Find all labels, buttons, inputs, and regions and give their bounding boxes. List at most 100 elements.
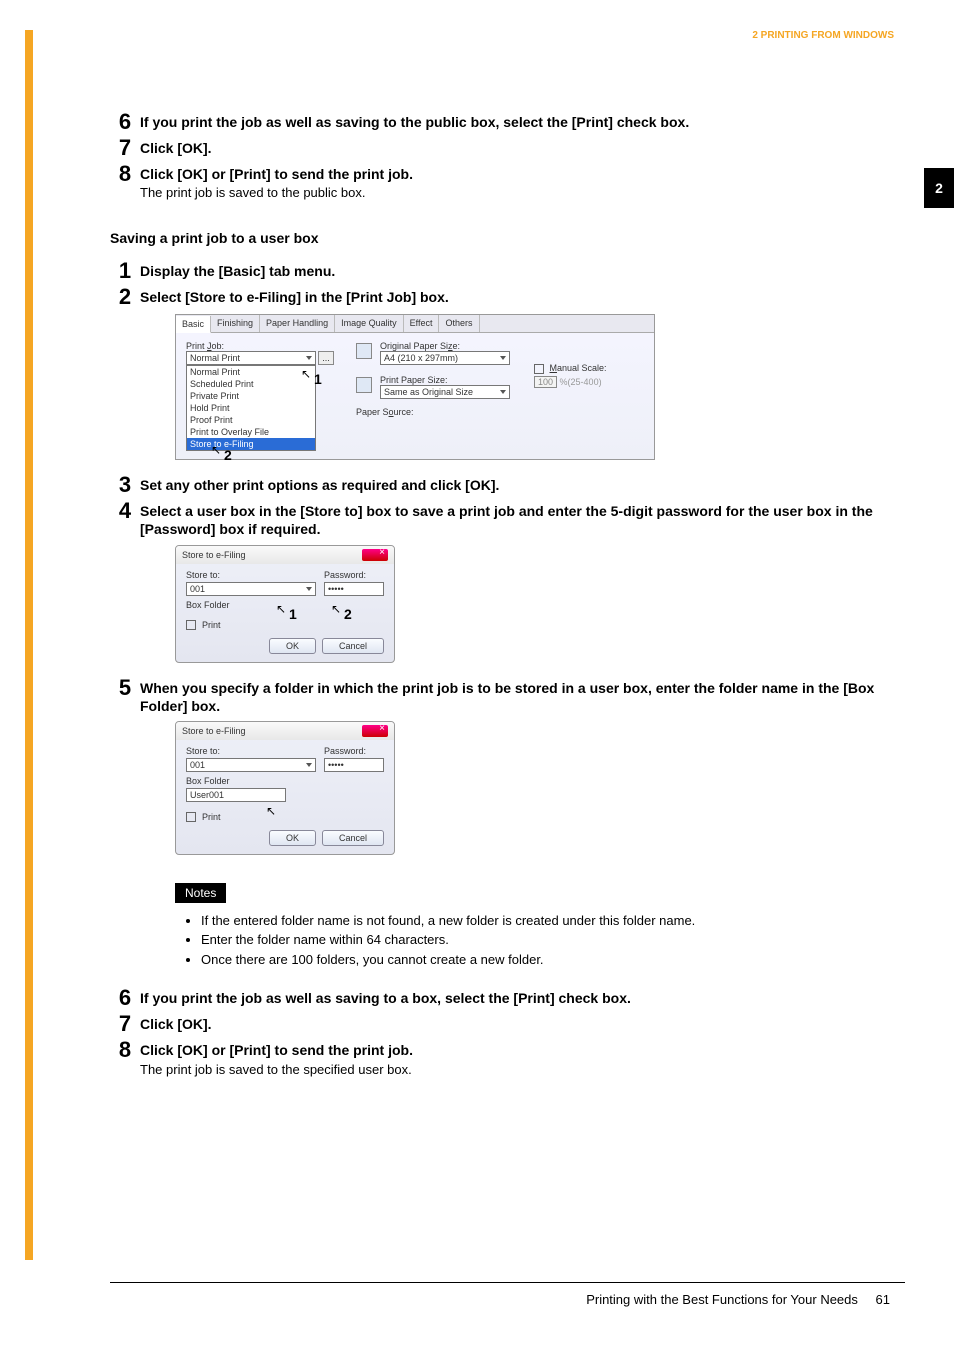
- step-text: When you specify a folder in which the p…: [140, 679, 894, 715]
- print-job-details-button[interactable]: ...: [318, 351, 334, 365]
- step-number: 7: [110, 137, 140, 159]
- manual-scale-checkbox[interactable]: [534, 364, 544, 374]
- step-subtext: The print job is saved to the public box…: [140, 185, 894, 200]
- step-number: 6: [110, 111, 140, 133]
- cursor-icon: ↖: [331, 602, 341, 616]
- step-subtext: The print job is saved to the specified …: [140, 1062, 894, 1077]
- tab-bar: Basic Finishing Paper Handling Image Qua…: [176, 315, 654, 333]
- password-input[interactable]: •••••: [324, 758, 384, 772]
- cancel-button[interactable]: Cancel: [322, 638, 384, 654]
- step-text: Click [OK] or [Print] to send the print …: [140, 1041, 894, 1059]
- note-item: Once there are 100 folders, you cannot c…: [201, 950, 894, 970]
- store-to-dropdown[interactable]: 001: [186, 582, 316, 596]
- footer-rule: [110, 1282, 905, 1283]
- store-to-label: Store to:: [186, 570, 316, 580]
- cursor-number-2: 2: [344, 606, 352, 622]
- tab-effect[interactable]: Effect: [404, 315, 440, 332]
- step-number: 5: [110, 677, 140, 715]
- store-efiling-dialog-1: Store to e-Filing Store to: 001 Password…: [175, 545, 395, 663]
- tab-finishing[interactable]: Finishing: [211, 315, 260, 332]
- password-label: Password:: [324, 746, 384, 756]
- manual-scale-label: Manual Scale:: [550, 363, 607, 373]
- step-number: 4: [110, 500, 140, 538]
- print-paper-icon: [356, 377, 372, 393]
- step-text: Click [OK].: [140, 139, 894, 157]
- tab-paper-handling[interactable]: Paper Handling: [260, 315, 335, 332]
- tab-basic[interactable]: Basic: [176, 316, 211, 333]
- ok-button[interactable]: OK: [269, 638, 316, 654]
- cancel-button[interactable]: Cancel: [322, 830, 384, 846]
- footer-text: Printing with the Best Functions for You…: [586, 1292, 858, 1307]
- note-item: Enter the folder name within 64 characte…: [201, 930, 894, 950]
- step-number: 6: [110, 987, 140, 1009]
- step-text: If you print the job as well as saving t…: [140, 113, 894, 131]
- print-job-dropdown[interactable]: Normal Print: [186, 351, 316, 365]
- step-8-bottom: 8 Click [OK] or [Print] to send the prin…: [110, 1039, 894, 1076]
- note-item: If the entered folder name is not found,…: [201, 911, 894, 931]
- page-footer: Printing with the Best Functions for You…: [110, 1292, 890, 1307]
- password-input[interactable]: •••••: [324, 582, 384, 596]
- original-size-label: Original Paper Size:: [380, 341, 510, 351]
- print-job-label: Print Job:: [186, 341, 336, 351]
- print-checkbox-label: Print: [202, 620, 221, 630]
- cursor-icon: ↖: [301, 367, 311, 381]
- manual-scale-spin[interactable]: 100: [534, 376, 557, 388]
- tab-others[interactable]: Others: [439, 315, 479, 332]
- cursor-icon: ↖: [276, 602, 286, 616]
- tab-image-quality[interactable]: Image Quality: [335, 315, 404, 332]
- step-2: 2 Select [Store to e-Filing] in the [Pri…: [110, 286, 894, 308]
- step-number: 7: [110, 1013, 140, 1035]
- print-checkbox[interactable]: [186, 620, 196, 630]
- close-icon[interactable]: [362, 725, 388, 737]
- section-heading: Saving a print job to a user box: [110, 230, 894, 246]
- step-text: If you print the job as well as saving t…: [140, 989, 894, 1007]
- dialog-title: Store to e-Filing: [182, 726, 246, 736]
- step-3: 3 Set any other print options as require…: [110, 474, 894, 496]
- password-label: Password:: [324, 570, 384, 580]
- notes-badge: Notes: [175, 883, 226, 903]
- notes-list: If the entered folder name is not found,…: [187, 911, 894, 970]
- step-text: Click [OK] or [Print] to send the print …: [140, 165, 894, 183]
- ok-button[interactable]: OK: [269, 830, 316, 846]
- step-6-bottom: 6 If you print the job as well as saving…: [110, 987, 894, 1009]
- step-text: Select [Store to e-Filing] in the [Print…: [140, 288, 894, 306]
- page-number: 61: [876, 1292, 890, 1307]
- dialog-title: Store to e-Filing: [182, 550, 246, 560]
- step-number: 8: [110, 1039, 140, 1076]
- step-6-top: 6 If you print the job as well as saving…: [110, 111, 894, 133]
- print-checkbox-label: Print: [202, 812, 221, 822]
- box-folder-input[interactable]: User001: [186, 788, 286, 802]
- store-to-dropdown[interactable]: 001: [186, 758, 316, 772]
- step-number: 2: [110, 286, 140, 308]
- manual-scale-range: %(25-400): [560, 377, 602, 387]
- step-text: Display the [Basic] tab menu.: [140, 262, 894, 280]
- original-size-dropdown[interactable]: A4 (210 x 297mm): [380, 351, 510, 365]
- store-efiling-dialog-2: Store to e-Filing Store to: 001 Password…: [175, 721, 395, 855]
- step-7-bottom: 7 Click [OK].: [110, 1013, 894, 1035]
- step-number: 3: [110, 474, 140, 496]
- close-icon[interactable]: [362, 549, 388, 561]
- cursor-number-1: 1: [314, 371, 322, 387]
- step-7-top: 7 Click [OK].: [110, 137, 894, 159]
- paper-source-label: Paper Source:: [356, 407, 514, 417]
- step-8-top: 8 Click [OK] or [Print] to send the prin…: [110, 163, 894, 200]
- box-folder-label: Box Folder: [186, 776, 384, 786]
- paper-icon: [356, 343, 372, 359]
- step-text: Click [OK].: [140, 1015, 894, 1033]
- cursor-icon: ↖: [266, 804, 276, 818]
- step-text: Set any other print options as required …: [140, 476, 894, 494]
- step-text: Select a user box in the [Store to] box …: [140, 502, 894, 538]
- chapter-tab: 2: [924, 168, 954, 208]
- step-4: 4 Select a user box in the [Store to] bo…: [110, 500, 894, 538]
- print-job-open-list[interactable]: Normal Print Scheduled Print Private Pri…: [186, 365, 316, 451]
- print-paper-size-dropdown[interactable]: Same as Original Size: [380, 385, 510, 399]
- vertical-accent-bar: [25, 30, 33, 1260]
- step-number: 8: [110, 163, 140, 200]
- print-checkbox[interactable]: [186, 812, 196, 822]
- store-to-label: Store to:: [186, 746, 316, 756]
- step-5: 5 When you specify a folder in which the…: [110, 677, 894, 715]
- step-number: 1: [110, 260, 140, 282]
- print-paper-size-label: Print Paper Size:: [380, 375, 510, 385]
- step-1: 1 Display the [Basic] tab menu.: [110, 260, 894, 282]
- running-header: 2 PRINTING FROM WINDOWS: [110, 30, 894, 41]
